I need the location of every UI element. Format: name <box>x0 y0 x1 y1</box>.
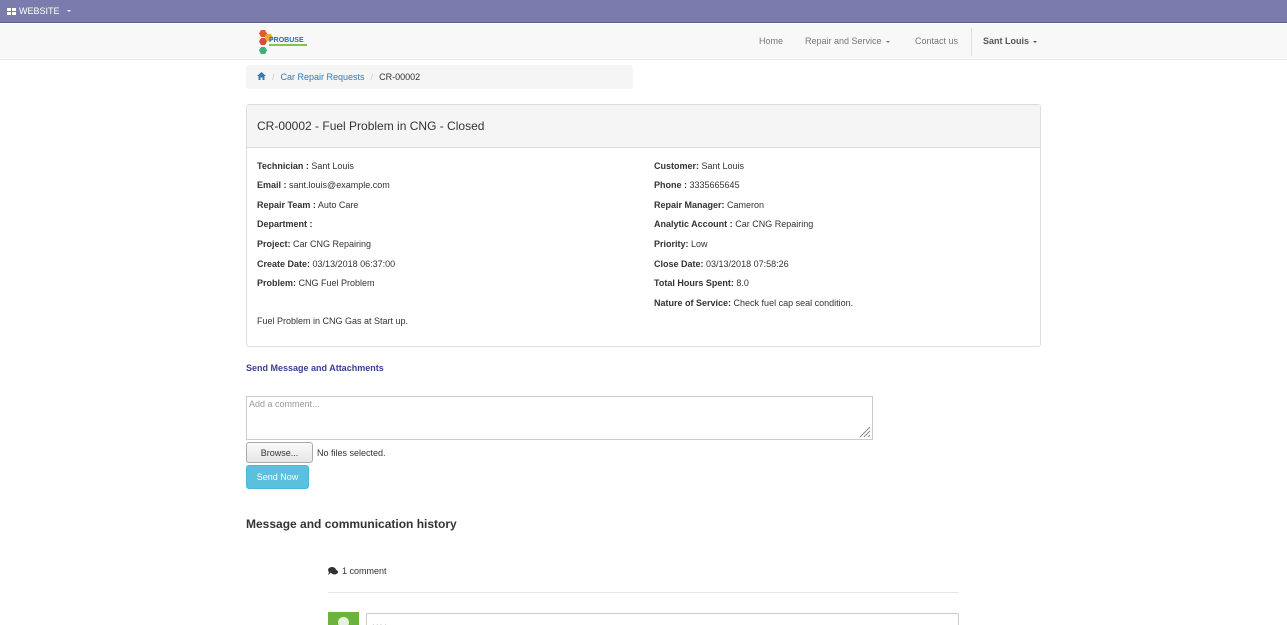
send-message-title: Send Message and Attachments <box>246 363 384 373</box>
field-analytic-account: Analytic Account : Car CNG Repairing <box>654 219 813 229</box>
brand-logo[interactable]: PROBUSE <box>255 28 311 56</box>
field-label: Problem: <box>257 278 297 288</box>
field-label: Department : <box>257 219 313 229</box>
field-label: Customer: <box>654 161 700 171</box>
nav-divider <box>971 28 972 56</box>
nav-user-menu[interactable]: Sant Louis <box>983 36 1038 46</box>
field-label: Repair Manager: <box>654 200 725 210</box>
home-icon-shape <box>257 72 266 80</box>
comment-count-label: 1 comment <box>342 566 387 576</box>
field-department: Department : <box>257 219 313 229</box>
browse-files-button[interactable]: Browse... <box>246 442 313 463</box>
field-value: CNG Fuel Problem <box>298 278 375 288</box>
field-close-date: Close Date: 03/13/2018 07:58:26 <box>654 259 789 269</box>
field-value: Cameron <box>727 200 765 210</box>
history-title: Message and communication history <box>246 517 457 531</box>
request-description: Fuel Problem in CNG Gas at Start up. <box>257 316 409 326</box>
chevron-down-icon <box>885 40 890 43</box>
breadcrumb: / Car Repair Requests / CR-00002 <box>246 65 633 89</box>
field-label: Phone : <box>654 180 687 190</box>
breadcrumb-separator: / <box>272 72 275 82</box>
field-project: Project: Car CNG Repairing <box>257 239 371 249</box>
field-value: Sant Louis <box>701 161 745 171</box>
field-value: Car CNG Repairing <box>293 239 372 249</box>
repair-request-panel: CR-00002 - Fuel Problem in CNG - Closed … <box>246 104 1041 347</box>
field-label: Analytic Account : <box>654 219 733 229</box>
user-avatar-icon <box>338 617 349 625</box>
probuse-logo-icon: PROBUSE <box>259 30 307 54</box>
file-selection-status: No files selected. <box>317 448 386 458</box>
nav-repair-service-label: Repair and Service <box>805 36 882 46</box>
field-problem: Problem: CNG Fuel Problem <box>257 278 375 288</box>
admin-topbar: WEBSITE <box>0 0 1287 23</box>
field-label: Create Date: <box>257 259 311 269</box>
svg-text:PROBUSE: PROBUSE <box>269 37 304 44</box>
field-value: Car CNG Repairing <box>735 219 814 229</box>
comment-input[interactable] <box>246 396 873 440</box>
field-label: Repair Team : <box>257 200 316 210</box>
field-create-date: Create Date: 03/13/2018 06:37:00 <box>257 259 395 269</box>
history-divider <box>328 592 959 593</box>
field-email: Email : sant.louis@example.com <box>257 180 390 190</box>
field-label: Total Hours Spent: <box>654 278 734 288</box>
breadcrumb-separator: / <box>370 72 374 82</box>
field-nature-of-service: Nature of Service: Check fuel cap seal c… <box>654 298 853 308</box>
nav-user-label: Sant Louis <box>983 36 1030 46</box>
field-label: Technician : <box>257 161 309 171</box>
avatar <box>328 612 359 625</box>
breadcrumb-current: CR-00002 <box>379 72 421 82</box>
field-value: Auto Care <box>317 200 359 210</box>
main-navbar: PROBUSE Home Repair and Service Contact … <box>0 24 1287 60</box>
chevron-down-icon <box>1033 40 1038 43</box>
field-repair-manager: Repair Manager: Cameron <box>654 200 764 210</box>
request-title: CR-00002 - Fuel Problem in CNG - Closed <box>247 105 1040 148</box>
resize-grip-icon[interactable] <box>858 425 871 438</box>
message-input[interactable] <box>366 613 959 625</box>
field-label: Nature of Service: <box>654 298 732 308</box>
field-customer: Customer: Sant Louis <box>654 161 744 171</box>
apps-grid-icon <box>7 7 16 15</box>
field-value: Low <box>691 239 708 249</box>
comments-icon <box>328 567 338 575</box>
field-value: sant.louis@example.com <box>289 180 390 190</box>
comment-count: 1 comment <box>328 566 387 576</box>
field-label: Project: <box>257 239 291 249</box>
website-menu-label: WEBSITE <box>19 6 60 16</box>
field-value: Check fuel cap seal condition. <box>733 298 854 308</box>
field-value: 8.0 <box>736 278 749 288</box>
field-label: Close Date: <box>654 259 704 269</box>
send-now-button[interactable]: Send Now <box>246 465 309 489</box>
field-priority: Priority: Low <box>654 239 708 249</box>
breadcrumb-car-repair-requests[interactable]: Car Repair Requests <box>281 72 365 82</box>
field-label: Priority: <box>654 239 689 249</box>
field-value: 03/13/2018 06:37:00 <box>312 259 396 269</box>
chevron-down-icon <box>66 10 71 12</box>
field-value: 03/13/2018 07:58:26 <box>706 259 789 269</box>
field-value: Sant Louis <box>311 161 354 171</box>
nav-repair-service[interactable]: Repair and Service <box>805 36 890 46</box>
home-icon[interactable] <box>257 72 266 82</box>
field-technician: Technician : Sant Louis <box>257 161 354 171</box>
nav-contact[interactable]: Contact us <box>915 36 958 46</box>
field-repair-team: Repair Team : Auto Care <box>257 200 358 210</box>
website-menu[interactable]: WEBSITE <box>7 6 71 16</box>
field-value: 3335665645 <box>689 180 740 190</box>
field-phone: Phone : 3335665645 <box>654 180 740 190</box>
field-label: Email : <box>257 180 287 190</box>
field-total-hours: Total Hours Spent: 8.0 <box>654 278 749 288</box>
nav-home[interactable]: Home <box>759 36 783 46</box>
